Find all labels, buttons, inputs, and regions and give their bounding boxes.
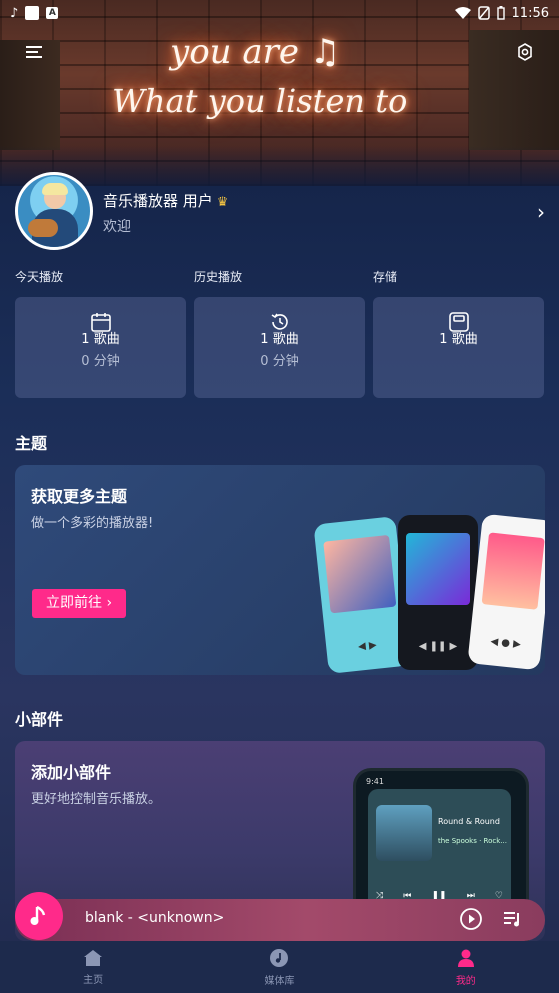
queue-icon [504, 912, 519, 927]
wifi-icon [454, 7, 471, 19]
app-notification-icon [25, 6, 40, 20]
mini-player-track: blank - <unknown> [85, 910, 225, 926]
theme-card-title: 获取更多主题 [31, 487, 128, 506]
status-time: 11:56 [511, 5, 549, 21]
chevron-right-icon: › [106, 595, 113, 611]
theme-card[interactable]: 获取更多主题 做一个多彩的播放器! 立即前往 › ◀ ▶ ◀ ❚❚ ▶ ◀ ● … [15, 465, 545, 675]
profile-row[interactable]: 音乐播放器 用户 ♛ 欢迎 › [15, 172, 545, 250]
mini-player[interactable]: blank - <unknown> [15, 892, 545, 941]
widget-card-subtitle: 更好地控制音乐播放。 [31, 792, 162, 807]
theme-preview-phone-2: ◀ ❚❚ ▶ [398, 515, 478, 670]
no-sim-icon [477, 6, 490, 20]
stat-label-storage: 存储 [373, 270, 398, 284]
theme-section-title: 主题 [15, 434, 48, 453]
widget-preview-artist: the Spooks · Rock... [438, 837, 507, 845]
status-bar: ♪ A 11:56 [0, 0, 559, 26]
stat-card-storage[interactable]: 1 歌曲 [373, 297, 544, 398]
play-button[interactable] [459, 907, 483, 935]
stat-label-history: 历史播放 [194, 270, 243, 284]
widget-preview-cover [376, 805, 432, 861]
stat-songs: 1 歌曲 [260, 332, 299, 347]
stat-songs: 1 歌曲 [439, 332, 478, 347]
stat-songs: 1 歌曲 [81, 332, 120, 347]
bottom-nav: 主页 媒体库 我的 [0, 941, 559, 993]
library-icon [270, 948, 289, 967]
theme-card-subtitle: 做一个多彩的播放器! [31, 516, 154, 531]
tab-library-label: 媒体库 [264, 975, 295, 987]
widget-section-title: 小部件 [15, 710, 64, 729]
stat-card-history[interactable]: 1 歌曲 0 分钟 [194, 297, 365, 398]
widget-card-title: 添加小部件 [31, 763, 112, 782]
banner-neon-line1: you are ♫ [170, 32, 341, 72]
stat-minutes: 0 分钟 [81, 354, 120, 369]
go-now-button[interactable]: 立即前往 › [32, 589, 127, 618]
font-notification-icon: A [46, 7, 59, 19]
stat-label-today: 今天播放 [15, 270, 64, 284]
theme-preview-phone-1: ◀ ▶ [313, 516, 411, 674]
welcome-text: 欢迎 [103, 219, 131, 235]
tab-mine[interactable]: 我的 [373, 941, 559, 993]
settings-icon[interactable] [513, 40, 537, 64]
avatar[interactable] [15, 172, 93, 250]
menu-icon[interactable] [22, 40, 46, 64]
battery-icon [496, 6, 505, 20]
home-icon [84, 949, 103, 966]
username: 音乐播放器 用户 ♛ [103, 192, 229, 210]
banner-neon-line2: What you listen to [112, 82, 408, 120]
theme-preview-phone-3: ◀ ● ▶ [467, 513, 545, 671]
stat-minutes: 0 分钟 [260, 354, 299, 369]
profile-icon [457, 949, 474, 967]
tab-library[interactable]: 媒体库 [186, 941, 372, 993]
music-note-icon[interactable] [15, 892, 63, 940]
chevron-right-icon[interactable]: › [537, 200, 545, 224]
widget-preview-song: Round & Round [438, 817, 500, 826]
tab-home[interactable]: 主页 [0, 941, 186, 993]
header-banner: you are ♫ What you listen to [0, 0, 559, 186]
stats-section: 今天播放 历史播放 存储 1 歌曲 0 分钟 1 歌曲 0 分钟 1 歌曲 [15, 268, 545, 398]
tab-mine-label: 我的 [455, 975, 476, 987]
tab-home-label: 主页 [83, 974, 104, 986]
stat-card-today[interactable]: 1 歌曲 0 分钟 [15, 297, 186, 398]
music-note-icon: ♪ [10, 5, 19, 21]
queue-button[interactable] [503, 909, 523, 933]
crown-icon: ♛ [216, 195, 229, 210]
widget-preview-time: 9:41 [366, 777, 384, 786]
